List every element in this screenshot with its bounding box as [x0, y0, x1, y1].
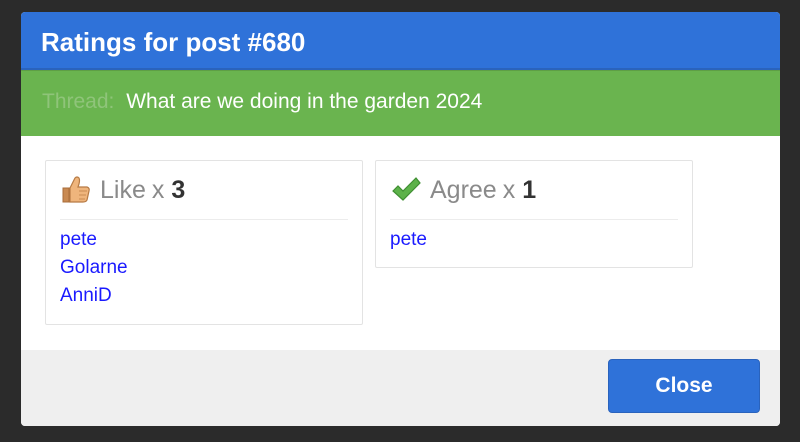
dialog-body: Like x 3 pete Golarne AnniD Agree x 1 pe…: [21, 136, 780, 362]
close-button[interactable]: Close: [608, 359, 760, 413]
dialog-header: Ratings for post #680: [21, 12, 780, 70]
rating-name: Agree: [430, 175, 497, 204]
user-link[interactable]: AnniD: [60, 282, 348, 310]
thread-bar: Thread: What are we doing in the garden …: [21, 70, 780, 136]
rating-multiplier: x: [502, 175, 516, 204]
user-link[interactable]: pete: [60, 226, 348, 254]
rating-card-agree: Agree x 1 pete: [375, 160, 693, 268]
rating-multiplier: x: [151, 175, 165, 204]
modal-overlay: Ratings for post #680 Thread: What are w…: [0, 0, 800, 442]
rating-header: Agree x 1: [390, 161, 678, 220]
user-link[interactable]: pete: [390, 226, 678, 254]
thumbs-up-icon: [60, 174, 92, 206]
thread-title[interactable]: What are we doing in the garden 2024: [126, 90, 482, 113]
rating-count: 1: [522, 175, 537, 204]
checkmark-icon: [390, 174, 422, 206]
user-list: pete: [390, 220, 678, 254]
rating-count: 3: [171, 175, 186, 204]
user-link[interactable]: Golarne: [60, 254, 348, 282]
dialog-title: Ratings for post #680: [41, 27, 306, 57]
user-list: pete Golarne AnniD: [60, 220, 348, 310]
rating-header: Like x 3: [60, 161, 348, 220]
thread-label: Thread:: [42, 90, 115, 113]
dialog-footer: Close: [21, 350, 780, 426]
rating-card-like: Like x 3 pete Golarne AnniD: [45, 160, 363, 325]
ratings-dialog: Ratings for post #680 Thread: What are w…: [21, 12, 780, 426]
rating-name: Like: [100, 175, 146, 204]
